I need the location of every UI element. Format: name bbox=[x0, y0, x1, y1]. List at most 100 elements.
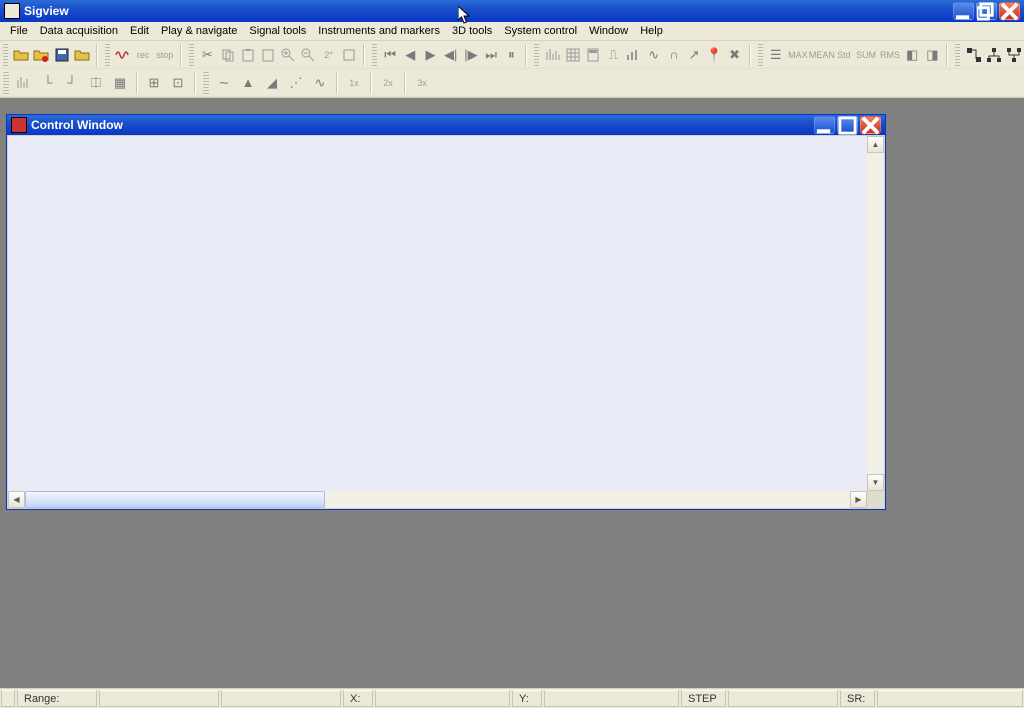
app-icon bbox=[4, 3, 20, 19]
scroll-left-icon[interactable]: ◀ bbox=[8, 491, 25, 508]
menu-play-navigate[interactable]: Play & navigate bbox=[155, 23, 243, 39]
stat7-icon[interactable]: ◧ bbox=[903, 44, 921, 66]
rate-1x[interactable]: 1x bbox=[343, 72, 365, 94]
spectrum-icon[interactable] bbox=[543, 44, 561, 66]
vertical-scrollbar[interactable]: ▲ ▼ bbox=[867, 136, 884, 491]
chart2-icon[interactable]: └ bbox=[37, 72, 59, 94]
scroll-up-icon[interactable]: ▲ bbox=[867, 136, 884, 153]
toolbar-row-1: rec stop ✂ 2° ⏮ ◀ ▶ ◀| |▶ ⏭ ⏸ ⎍ ∿ ∩ ↗ 📍 … bbox=[0, 41, 1024, 69]
toolbar-grip[interactable] bbox=[372, 44, 377, 66]
toolbar-grip[interactable] bbox=[758, 44, 763, 66]
cut-icon[interactable]: ✂ bbox=[198, 44, 216, 66]
horizontal-scroll-thumb[interactable] bbox=[25, 491, 325, 508]
menu-window[interactable]: Window bbox=[583, 23, 634, 39]
toolbar-grip[interactable] bbox=[534, 44, 539, 66]
wave-e-icon[interactable]: ∿ bbox=[309, 72, 331, 94]
chart4-icon[interactable]: ⎅ bbox=[85, 72, 107, 94]
copy-icon[interactable] bbox=[218, 44, 236, 66]
close-button[interactable] bbox=[999, 2, 1020, 20]
toolbar-grip[interactable] bbox=[3, 72, 9, 94]
net2-icon[interactable] bbox=[985, 44, 1003, 66]
menu-instruments-markers[interactable]: Instruments and markers bbox=[312, 23, 446, 39]
menu-file[interactable]: File bbox=[4, 23, 34, 39]
stat-max-icon[interactable]: MAX bbox=[787, 44, 809, 66]
wave-a-icon[interactable]: ∼ bbox=[213, 72, 235, 94]
bars-icon[interactable] bbox=[624, 44, 642, 66]
stat-rms-icon[interactable]: RMS bbox=[879, 44, 901, 66]
toolbar-grip[interactable] bbox=[189, 44, 194, 66]
child-maximize-button[interactable] bbox=[837, 116, 858, 134]
pulse-icon[interactable]: ∿ bbox=[645, 44, 663, 66]
toolbar-grip[interactable] bbox=[105, 44, 110, 66]
scroll-right-icon[interactable]: ▶ bbox=[850, 491, 867, 508]
rev-step-icon[interactable]: ◀| bbox=[442, 44, 460, 66]
wave-d-icon[interactable]: ⋰ bbox=[285, 72, 307, 94]
wave-c-icon[interactable]: ◢ bbox=[261, 72, 283, 94]
grid-b-icon[interactable]: ⊡ bbox=[167, 72, 189, 94]
menu-signal-tools[interactable]: Signal tools bbox=[243, 23, 312, 39]
toolbar-grip[interactable] bbox=[955, 44, 960, 66]
scroll-down-icon[interactable]: ▼ bbox=[867, 474, 884, 491]
menu-help[interactable]: Help bbox=[634, 23, 669, 39]
paste-special-icon[interactable] bbox=[259, 44, 277, 66]
net1-icon[interactable] bbox=[964, 44, 982, 66]
menu-system-control[interactable]: System control bbox=[498, 23, 583, 39]
open-icon[interactable] bbox=[12, 44, 30, 66]
mdi-area: Control Window ▲ ▼ ◀ ▶ bbox=[0, 104, 1024, 688]
play-icon[interactable]: ▶ bbox=[421, 44, 439, 66]
menu-data-acquisition[interactable]: Data acquisition bbox=[34, 23, 124, 39]
net3-icon[interactable] bbox=[1005, 44, 1023, 66]
last-icon[interactable]: ⏭ bbox=[482, 44, 500, 66]
grid-icon[interactable] bbox=[564, 44, 582, 66]
resize-grip[interactable] bbox=[867, 491, 884, 508]
control-canvas[interactable] bbox=[8, 136, 867, 491]
grid-a-icon[interactable]: ⊞ bbox=[143, 72, 165, 94]
open-red-icon[interactable] bbox=[32, 44, 50, 66]
zoom-level-icon[interactable]: 2° bbox=[320, 44, 338, 66]
record-icon[interactable]: rec bbox=[134, 44, 152, 66]
menu-3d-tools[interactable]: 3D tools bbox=[446, 23, 498, 39]
paste-icon[interactable] bbox=[239, 44, 257, 66]
wave-b-icon[interactable]: ▲ bbox=[237, 72, 259, 94]
zoom-in-icon[interactable] bbox=[279, 44, 297, 66]
rate-3x[interactable]: 3x bbox=[411, 72, 433, 94]
child-close-button[interactable] bbox=[860, 116, 881, 134]
filter-icon[interactable]: ∩ bbox=[665, 44, 683, 66]
tool-fun1-icon[interactable]: ⎍ bbox=[604, 44, 622, 66]
stat-mean-icon[interactable]: MEAN bbox=[811, 44, 833, 66]
trend-icon[interactable]: ↗ bbox=[685, 44, 703, 66]
toolbar-grip[interactable] bbox=[3, 44, 8, 66]
calculator-icon[interactable] bbox=[584, 44, 602, 66]
child-content: ▲ ▼ ◀ ▶ bbox=[7, 135, 885, 509]
first-icon[interactable]: ⏮ bbox=[381, 44, 399, 66]
save-icon[interactable] bbox=[52, 44, 70, 66]
horizontal-scrollbar[interactable]: ◀ ▶ bbox=[8, 491, 867, 508]
menu-edit[interactable]: Edit bbox=[124, 23, 155, 39]
status-pad bbox=[1, 690, 15, 707]
waveform-icon[interactable] bbox=[114, 44, 132, 66]
child-minimize-button[interactable] bbox=[814, 116, 835, 134]
chart1-icon[interactable] bbox=[13, 72, 35, 94]
pause-icon[interactable]: ⏸ bbox=[502, 44, 520, 66]
tools-icon[interactable]: ✖ bbox=[725, 44, 743, 66]
pin-icon[interactable]: 📍 bbox=[705, 44, 723, 66]
zoom-out-icon[interactable] bbox=[299, 44, 317, 66]
info-icon[interactable] bbox=[340, 44, 358, 66]
status-step-label: STEP bbox=[681, 690, 726, 707]
stat1-icon[interactable]: ☰ bbox=[767, 44, 785, 66]
chart5-icon[interactable]: ▦ bbox=[109, 72, 131, 94]
stat8-icon[interactable]: ◨ bbox=[923, 44, 941, 66]
minimize-button[interactable] bbox=[953, 2, 974, 20]
toolbar-grip[interactable] bbox=[203, 72, 209, 94]
step-icon[interactable]: |▶ bbox=[462, 44, 480, 66]
stat-sum-icon[interactable]: SUM bbox=[855, 44, 877, 66]
restore-button[interactable] bbox=[976, 2, 997, 20]
prev-icon[interactable]: ◀ bbox=[401, 44, 419, 66]
chart3-icon[interactable]: ┘ bbox=[61, 72, 83, 94]
open-alt-icon[interactable] bbox=[73, 44, 91, 66]
stat-std-icon[interactable]: Std bbox=[835, 44, 853, 66]
status-step-value bbox=[728, 690, 838, 707]
child-titlebar[interactable]: Control Window bbox=[7, 115, 885, 135]
rate-2x[interactable]: 2x bbox=[377, 72, 399, 94]
stop-icon[interactable]: stop bbox=[154, 44, 175, 66]
